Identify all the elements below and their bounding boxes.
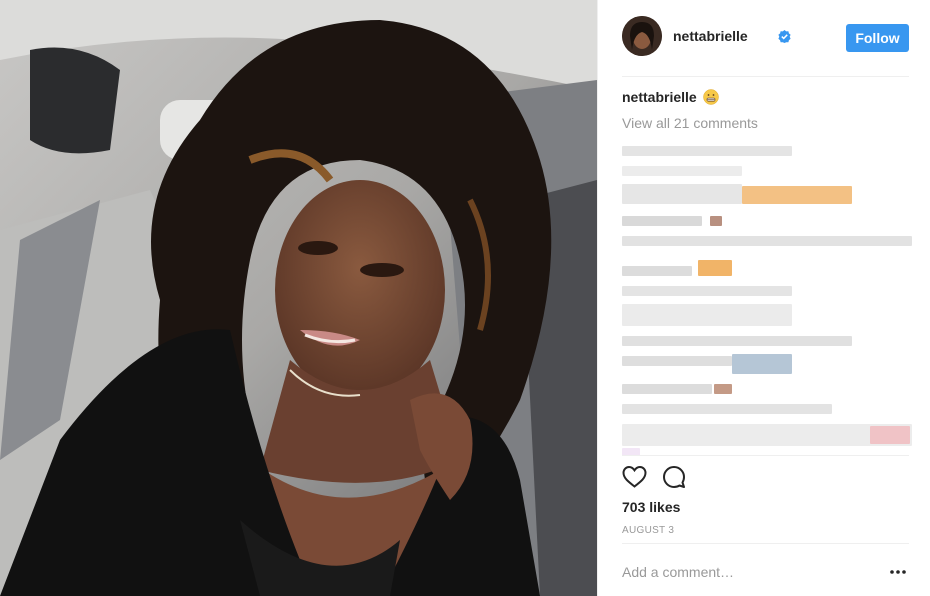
footer-divider: [622, 543, 909, 544]
redacted-comment-line: [622, 404, 832, 414]
redacted-emoji-block: [742, 186, 852, 204]
redacted-comment-line: [622, 266, 692, 276]
post-image: [0, 0, 597, 596]
post-header: nettabrielle Follow: [622, 16, 909, 60]
redacted-comment-line: [622, 304, 792, 326]
redacted-comments: [622, 138, 912, 458]
caption-username[interactable]: nettabrielle: [622, 89, 697, 105]
redacted-comment-line: [622, 424, 912, 446]
comment-bubble-icon[interactable]: [662, 465, 686, 489]
comments-divider: [622, 455, 909, 456]
verified-badge-icon: [778, 30, 791, 43]
heart-icon[interactable]: [622, 465, 647, 489]
redacted-comment-line: [622, 146, 792, 156]
avatar[interactable]: [622, 16, 662, 56]
view-all-comments-link[interactable]: View all 21 comments: [622, 115, 758, 131]
add-comment-input[interactable]: [622, 561, 882, 583]
redacted-comment-line: [622, 166, 742, 176]
follow-button[interactable]: Follow: [846, 24, 909, 52]
redacted-emoji-block: [732, 354, 792, 374]
redacted-comment-line: [622, 356, 732, 366]
likes-count[interactable]: 703 likes: [622, 499, 680, 515]
post-details-panel: nettabrielle Follow nettabrielle View al…: [597, 0, 930, 596]
redacted-comment-line: [622, 236, 912, 246]
post-actions: [622, 465, 692, 491]
post-caption: nettabrielle: [622, 89, 719, 105]
redacted-comment-line: [622, 216, 702, 226]
header-divider: [622, 76, 909, 77]
redacted-comment-line: [622, 384, 712, 394]
redacted-comment-line: [622, 184, 742, 204]
grimacing-face-icon: [702, 89, 719, 105]
redacted-emoji-block: [870, 426, 910, 444]
redacted-emoji-block: [714, 384, 732, 394]
post-photo[interactable]: [0, 0, 597, 596]
redacted-comment-line: [622, 286, 792, 296]
redacted-emoji-block: [698, 260, 732, 276]
post-date[interactable]: AUGUST 3: [622, 525, 674, 536]
redacted-comment-line: [622, 336, 852, 346]
post-username-link[interactable]: nettabrielle: [673, 28, 748, 44]
more-options-icon[interactable]: [887, 564, 909, 580]
redacted-emoji-block: [710, 216, 722, 226]
